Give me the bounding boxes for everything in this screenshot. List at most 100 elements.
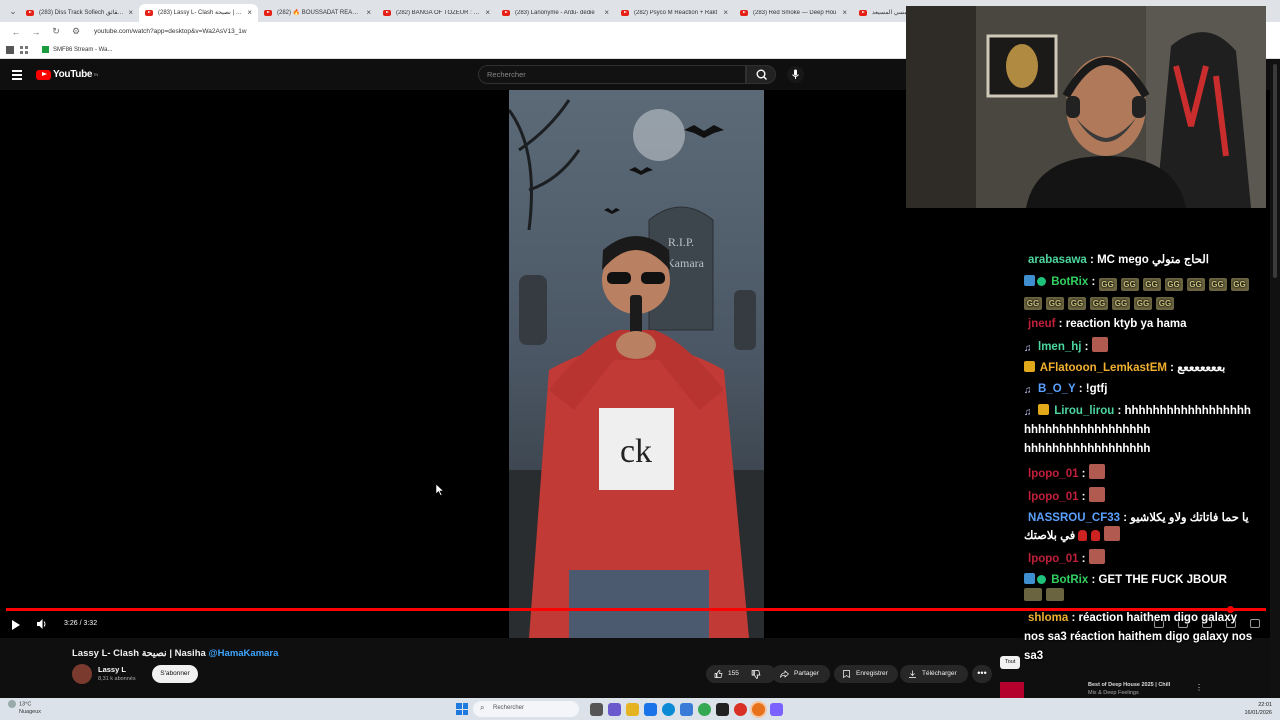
filter-chip-all[interactable]: Tout xyxy=(1000,656,1021,669)
browser-tab[interactable]: (283) Lanonyme - Ardu- dédie × xyxy=(496,4,615,22)
subscriber-count: 8,31 k abonnés xyxy=(98,676,136,682)
microphone-icon xyxy=(792,69,799,79)
more-actions-button[interactable]: ••• xyxy=(972,665,992,683)
close-tab-icon[interactable]: × xyxy=(128,8,133,17)
download-button[interactable]: Télécharger xyxy=(900,665,968,683)
messenger-icon[interactable] xyxy=(770,702,783,716)
close-tab-icon[interactable]: × xyxy=(723,8,728,17)
channel-avatar[interactable] xyxy=(72,664,92,684)
obs-icon[interactable] xyxy=(716,702,729,716)
search-button[interactable] xyxy=(746,65,776,84)
chat-message: lpopo_01 : xyxy=(1024,549,1260,567)
chrome-icon[interactable] xyxy=(698,702,711,716)
chat-username[interactable]: Lirou_lirou xyxy=(1054,405,1114,417)
forward-icon[interactable]: → xyxy=(26,27,46,37)
share-button[interactable]: Partager xyxy=(772,665,830,683)
bookmark-item[interactable]: SMF86 Stream - Wa... xyxy=(53,47,112,53)
chat-username[interactable]: jneuf xyxy=(1028,318,1055,330)
page-scrollbar[interactable] xyxy=(1270,60,1280,698)
browser-tab[interactable]: (282) 🔥 BOUSSADAT REACTIC × xyxy=(258,4,377,22)
close-tab-icon[interactable]: × xyxy=(485,8,490,17)
emote-icon xyxy=(1088,549,1105,564)
browser-tab[interactable]: (282) BANGA OF TOZEUR : Djer × xyxy=(377,4,496,22)
grid-icon[interactable] xyxy=(20,45,28,54)
weather-widget[interactable]: 13°C Nuageux xyxy=(8,700,41,716)
store-icon[interactable] xyxy=(644,702,657,716)
site-info-icon[interactable]: ⚙ xyxy=(66,26,86,37)
webcam-image xyxy=(906,6,1266,208)
browser-tab[interactable]: (282) Psyco M Reaction + Rakt × xyxy=(615,4,734,22)
youtube-favicon-icon xyxy=(502,9,510,16)
more-options-icon[interactable]: ⋮ xyxy=(1195,683,1203,692)
chat-username[interactable]: shloma xyxy=(1028,612,1068,624)
chat-username[interactable]: lmen_hj xyxy=(1038,341,1081,353)
browser-tab[interactable]: (283) Diss Track Sofiech حقائق CL× xyxy=(20,4,139,22)
subscribe-button[interactable]: S'abonner xyxy=(152,665,198,683)
mail-icon[interactable] xyxy=(680,702,693,716)
close-tab-icon[interactable]: × xyxy=(247,8,252,17)
edge-icon[interactable] xyxy=(662,702,675,716)
bot-badge-icon xyxy=(1024,275,1035,286)
chat-message: jneuf : reaction ktyb ya hama xyxy=(1028,318,1187,330)
close-tab-icon[interactable]: × xyxy=(842,8,847,17)
chat-username[interactable]: lpopo_01 xyxy=(1028,553,1078,565)
bot-badge-icon xyxy=(1024,573,1035,584)
windows-taskbar: 13°C Nuageux ⌕ Rechercher 22:01 16/01/2026 xyxy=(0,698,1280,720)
chat-username[interactable]: AFlatooon_LemkastEM xyxy=(1040,362,1167,374)
chat-username[interactable]: lpopo_01 xyxy=(1028,491,1078,503)
download-icon xyxy=(909,670,916,678)
scrollbar-thumb[interactable] xyxy=(1273,64,1277,278)
thumbs-down-icon[interactable] xyxy=(751,670,761,679)
save-button[interactable]: Enregistrer xyxy=(834,665,898,683)
chat-message: lpopo_01 : xyxy=(1024,464,1260,482)
browser-tab-active[interactable]: (283) Lassy L- Clash نصيحة | Na × xyxy=(139,3,258,22)
chat-username[interactable]: arabasawa xyxy=(1028,254,1087,266)
voice-search-button[interactable] xyxy=(787,66,804,83)
gg-emote-icon: GG xyxy=(1134,297,1152,310)
gg-emote-icon: GG xyxy=(1046,297,1064,310)
browser-app-icon[interactable] xyxy=(752,702,765,716)
chat-message: ♫ B_O_Y : !gtfj xyxy=(1024,383,1108,396)
music-badge-icon: ♫ xyxy=(1024,407,1032,418)
recommendation-item[interactable]: Best of Deep House 2025 | Chill Mix & De… xyxy=(1000,680,1210,698)
apps-icon[interactable] xyxy=(6,45,14,54)
back-icon[interactable]: ← xyxy=(6,27,26,37)
mushroom-emote-icon xyxy=(1091,530,1101,541)
tab-search-icon[interactable]: ⌄ xyxy=(6,6,20,17)
chat-username[interactable]: B_O_Y xyxy=(1038,383,1076,395)
youtube-logo[interactable]: YouTube TN xyxy=(36,69,98,80)
tombstone-text-line1: R.I.P. xyxy=(668,235,694,249)
gg-emote-icon: GG xyxy=(1024,297,1042,310)
like-button[interactable]: 155 xyxy=(706,665,776,683)
close-tab-icon[interactable]: × xyxy=(604,8,609,17)
windows-start-icon[interactable] xyxy=(456,703,468,715)
share-icon xyxy=(780,670,789,678)
channel-mention-link[interactable]: @HamaKamara xyxy=(208,648,278,659)
app-icon[interactable] xyxy=(734,702,747,716)
play-icon[interactable] xyxy=(12,620,20,630)
url-field[interactable]: youtube.com/watch?app=desktop&v=Wa2AsV13… xyxy=(94,28,247,35)
search-input[interactable]: Rechercher xyxy=(478,65,746,84)
teams-icon[interactable] xyxy=(608,702,621,716)
task-view-icon[interactable] xyxy=(590,702,603,716)
close-tab-icon[interactable]: × xyxy=(366,8,371,17)
menu-icon[interactable] xyxy=(12,70,22,82)
taskbar-search[interactable]: ⌕ Rechercher xyxy=(473,701,579,717)
volume-icon[interactable] xyxy=(36,618,48,630)
reload-icon[interactable]: ↻ xyxy=(46,26,66,37)
channel-name[interactable]: Lassy L xyxy=(98,665,126,674)
chat-username[interactable]: NASSROU_CF33 xyxy=(1028,512,1120,524)
chat-username[interactable]: BotRix xyxy=(1051,276,1088,288)
chat-username[interactable]: lpopo_01 xyxy=(1028,468,1078,480)
chat-username[interactable]: BotRix xyxy=(1051,574,1088,586)
youtube-favicon-icon xyxy=(740,9,748,16)
youtube-favicon-icon xyxy=(621,9,629,16)
gg-emote-icon: GG xyxy=(1142,278,1161,291)
mouse-cursor-icon xyxy=(436,484,444,496)
chat-message: AFlatooon_LemkastEM : بعععععععع xyxy=(1024,360,1260,376)
system-tray[interactable]: 22:01 16/01/2026 xyxy=(1244,701,1272,717)
chat-message: BotRix : GET THE FUCK JBOUR xyxy=(1024,572,1260,604)
browser-tab[interactable]: (283) Red Smoke — Deep Hou × xyxy=(734,4,853,22)
file-explorer-icon[interactable] xyxy=(626,702,639,716)
video-frame[interactable]: R.I.P. Kamara ck xyxy=(509,90,764,638)
